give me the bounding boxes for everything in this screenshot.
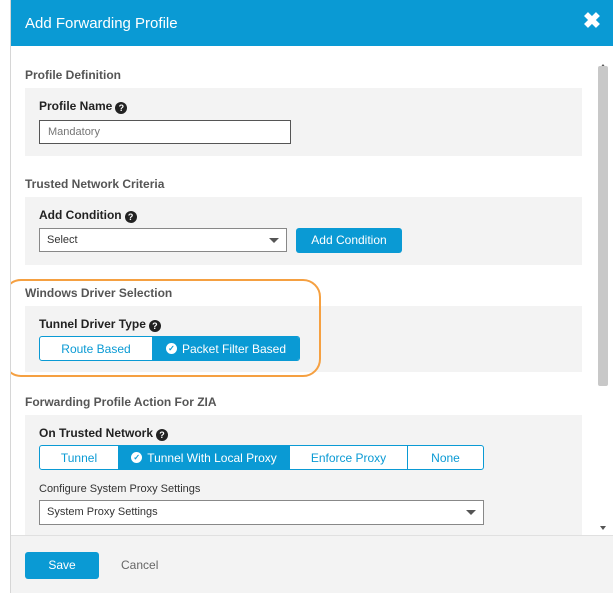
scroll-down-icon[interactable]: [600, 526, 606, 530]
close-icon[interactable]: ✖: [582, 9, 602, 33]
section-title-trusted-network: Trusted Network Criteria: [25, 177, 165, 191]
zia-action-panel: On Trusted Network? Tunnel ✓ Tunnel With…: [25, 415, 582, 535]
configure-proxy-label: Configure System Proxy Settings: [39, 483, 201, 495]
chevron-down-icon: [466, 510, 476, 515]
option-label: Enforce Proxy: [310, 450, 387, 465]
system-proxy-settings-select[interactable]: System Proxy Settings: [39, 500, 484, 525]
dialog-body: Profile Definition Profile Name? Trusted…: [11, 46, 613, 535]
option-label: None: [431, 450, 460, 465]
add-condition-button[interactable]: Add Condition: [296, 228, 402, 253]
dialog-footer: Save Cancel: [11, 535, 613, 593]
profile-name-label-text: Profile Name: [39, 99, 113, 113]
scrollbar-thumb[interactable]: [598, 66, 608, 386]
option-label: Tunnel With Local Proxy: [147, 450, 277, 465]
condition-select-value: Select: [47, 234, 78, 246]
option-none[interactable]: None: [408, 446, 483, 469]
scrollbar[interactable]: [597, 64, 611, 534]
save-button[interactable]: Save: [25, 552, 99, 579]
option-label: Tunnel: [60, 450, 98, 465]
add-condition-label-text: Add Condition: [39, 208, 122, 222]
condition-select[interactable]: Select: [39, 228, 287, 252]
on-trusted-network-label-text: On Trusted Network: [39, 426, 154, 440]
dialog-header: Add Forwarding Profile ✖: [11, 0, 613, 46]
on-trusted-network-toggle: Tunnel ✓ Tunnel With Local Proxy Enforce…: [39, 445, 484, 470]
profile-name-input[interactable]: [39, 120, 291, 144]
section-title-profile-definition: Profile Definition: [25, 68, 121, 82]
profile-name-label: Profile Name?: [39, 99, 128, 114]
dialog-title: Add Forwarding Profile: [25, 15, 178, 32]
check-circle-icon: ✓: [131, 452, 143, 463]
chevron-down-icon: [269, 238, 279, 243]
option-tunnel-with-local-proxy[interactable]: ✓ Tunnel With Local Proxy: [119, 446, 290, 469]
profile-definition-panel: Profile Name?: [25, 88, 582, 156]
highlight-outline: [11, 279, 321, 377]
trusted-network-panel: Add Condition? Select Add Condition: [25, 197, 582, 265]
help-icon[interactable]: ?: [156, 429, 169, 441]
help-icon[interactable]: ?: [124, 211, 137, 223]
cancel-button[interactable]: Cancel: [121, 558, 158, 572]
on-trusted-network-label: On Trusted Network?: [39, 426, 169, 441]
section-title-zia-action: Forwarding Profile Action For ZIA: [25, 395, 217, 409]
proxy-select-value: System Proxy Settings: [47, 506, 158, 518]
option-tunnel[interactable]: Tunnel: [40, 446, 119, 469]
option-enforce-proxy[interactable]: Enforce Proxy: [290, 446, 408, 469]
help-icon[interactable]: ?: [115, 102, 128, 114]
add-forwarding-profile-dialog: Add Forwarding Profile ✖ Profile Definit…: [10, 0, 613, 593]
add-condition-label: Add Condition?: [39, 208, 137, 223]
